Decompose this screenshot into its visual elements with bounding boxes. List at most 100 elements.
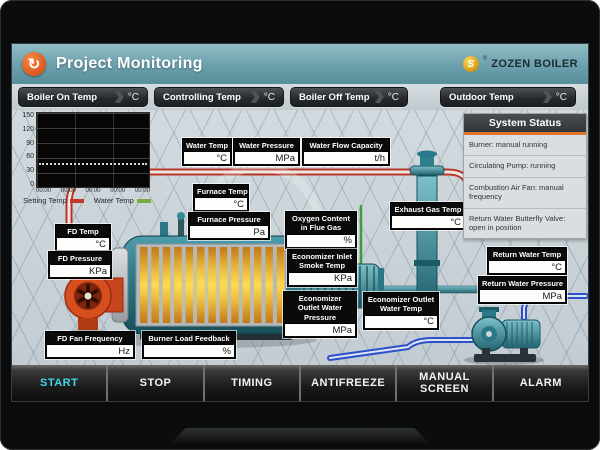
gauge-fd-fan-frequency: FD Fan Frequency Hz (45, 331, 135, 359)
chart-legend: Setting Temp Water Temp (20, 196, 154, 205)
controlling-temp-button[interactable]: Controlling Temp °C (154, 87, 284, 107)
gauge-value: Pa (190, 225, 268, 238)
y-tick: 150 (22, 112, 34, 119)
button-label: Controlling Temp (163, 92, 241, 103)
x-tick: 00:00 (110, 188, 125, 194)
gauge-value: % (144, 344, 234, 357)
boiler-off-temp-button[interactable]: Boiler Off Temp °C (290, 87, 408, 107)
gauge-unit: MPa (542, 291, 562, 302)
gauge-label: FD Fan Frequency (47, 333, 133, 344)
button-unit: °C (264, 92, 275, 103)
y-tick: 120 (22, 126, 34, 133)
nav-antifreeze-button[interactable]: ANTIFREEZE (299, 365, 395, 401)
gauge-value: MPa (480, 289, 565, 302)
gauge-furnace-temp: Furnace Temp °C (193, 184, 249, 212)
button-unit: °C (388, 92, 399, 103)
gauge-value: Hz (47, 344, 133, 357)
gauge-economizer-outlet-water-pressure: Economizer Outlet Water Pressure MPa (283, 291, 357, 338)
gauge-label: Water Pressure (235, 140, 298, 151)
gauge-label: Burner Load Feedback (144, 333, 234, 344)
nav-alarm-button[interactable]: ALARM (492, 365, 588, 401)
system-status-title: System Status (464, 114, 586, 135)
nav-start-button[interactable]: START (12, 365, 106, 401)
gauge-label: Economizer Inlet Smoke Temp (289, 251, 355, 272)
chart-y-axis: 150 120 90 60 30 0 (20, 112, 36, 188)
gauge-return-water-pressure: Return Water Pressure MPa (478, 276, 567, 304)
nav-timing-button[interactable]: TIMING (203, 365, 299, 401)
system-status-panel: System Status Burner: manual running Cir… (463, 113, 587, 239)
gauge-unit: KPa (89, 266, 107, 277)
button-label: Boiler On Temp (27, 92, 97, 103)
button-label: Outdoor Temp (449, 92, 514, 103)
green-swatch-icon (137, 199, 151, 203)
outdoor-temp-button[interactable]: Outdoor Temp °C (440, 87, 576, 107)
bottom-nav-bar: START STOP TIMING ANTIFREEZE MANUAL SCRE… (12, 365, 588, 401)
gauge-value: °C (489, 260, 565, 273)
status-item-circulating-pump: Circulating Pump: running (464, 156, 586, 177)
y-tick: 0 (30, 181, 34, 188)
legend-setting-temp: Setting Temp (23, 196, 67, 205)
gauge-value: t/h (304, 151, 388, 164)
gauge-unit: % (344, 235, 352, 246)
device-stand-edge (170, 428, 430, 444)
status-item-return-water-valve: Return Water Butterfly Valve: open in po… (464, 209, 586, 239)
legend-water-temp: Water Temp (94, 196, 134, 205)
gauge-unit: °C (95, 239, 106, 250)
x-tick: 00:00 (36, 188, 51, 194)
y-tick: 60 (26, 153, 34, 160)
y-tick: 30 (26, 167, 34, 174)
gauge-value: % (287, 234, 355, 247)
burner-flame-logo-icon: ↻ (22, 52, 46, 76)
gauge-oxygen-content: Oxygen Content in Flue Gas % (285, 211, 357, 249)
gauge-label: Economizer Outlet Water Pressure (285, 293, 355, 323)
gauge-water-pressure: Water Pressure MPa (233, 138, 300, 166)
status-item-burner: Burner: manual running (464, 135, 586, 156)
zozen-logo-icon: S (463, 56, 479, 72)
gauge-value: °C (57, 237, 109, 250)
gauge-label: Return Water Pressure (480, 278, 565, 289)
header-bar: ↻ Project Monitoring S ® ZOZEN BOILER (12, 44, 588, 84)
hmi-screen: ↻ Project Monitoring S ® ZOZEN BOILER Bo… (12, 44, 588, 401)
gauge-label: Water Flow Capacity (304, 140, 388, 151)
gauge-unit: °C (233, 199, 244, 210)
gauge-label: FD Pressure (50, 253, 110, 264)
gauge-unit: °C (216, 153, 227, 164)
burner-fan (65, 273, 123, 337)
red-swatch-icon (70, 199, 84, 203)
gauge-label: FD Temp (57, 226, 109, 237)
brand-name: ZOZEN BOILER (491, 58, 578, 70)
gauge-unit: Pa (253, 227, 265, 238)
temp-trace-line (39, 163, 147, 165)
gauge-unit: KPa (334, 273, 352, 284)
circulating-pump (464, 307, 544, 365)
gauge-unit: °C (450, 217, 461, 228)
gauge-label: Furnace Pressure (190, 214, 268, 225)
device-bezel: ↻ Project Monitoring S ® ZOZEN BOILER Bo… (0, 0, 600, 450)
nav-stop-button[interactable]: STOP (106, 365, 202, 401)
temp-button-row: Boiler On Temp °C Controlling Temp °C Bo… (12, 84, 588, 110)
gauge-label: Economizer Outlet Water Temp (365, 294, 437, 315)
chart-plot-area (36, 112, 150, 188)
gauge-unit: MPa (275, 153, 295, 164)
gauge-water-flow-capacity: Water Flow Capacity t/h (302, 138, 390, 166)
nav-manual-screen-button[interactable]: MANUAL SCREEN (395, 365, 491, 401)
gauge-fd-temp: FD Temp °C (55, 224, 111, 252)
plant-mimic-area: 150 120 90 60 30 0 00:00 00:00 00:00 (12, 110, 588, 365)
boiler-on-temp-button[interactable]: Boiler On Temp °C (18, 87, 148, 107)
page-title: Project Monitoring (56, 55, 203, 73)
gauge-unit: t/h (374, 153, 385, 164)
gauge-value: MPa (285, 323, 355, 336)
gauge-label: Return Water Temp (489, 249, 565, 260)
gauge-label: Exhaust Gas Temp (392, 204, 464, 215)
gauge-burner-load-feedback: Burner Load Feedback % (142, 331, 236, 359)
gauge-value: KPa (50, 264, 110, 277)
button-unit: °C (128, 92, 139, 103)
gauge-economizer-outlet-water-temp: Economizer Outlet Water Temp °C (363, 292, 439, 330)
registered-mark: ® (483, 56, 487, 62)
gauge-furnace-pressure: Furnace Pressure Pa (188, 212, 270, 240)
button-label: Boiler Off Temp (299, 92, 370, 103)
gauge-value: °C (195, 197, 247, 210)
gauge-value: KPa (289, 272, 355, 285)
chevron-icon (115, 91, 124, 103)
temp-trend-chart: 150 120 90 60 30 0 00:00 00:00 00:00 (20, 112, 154, 205)
